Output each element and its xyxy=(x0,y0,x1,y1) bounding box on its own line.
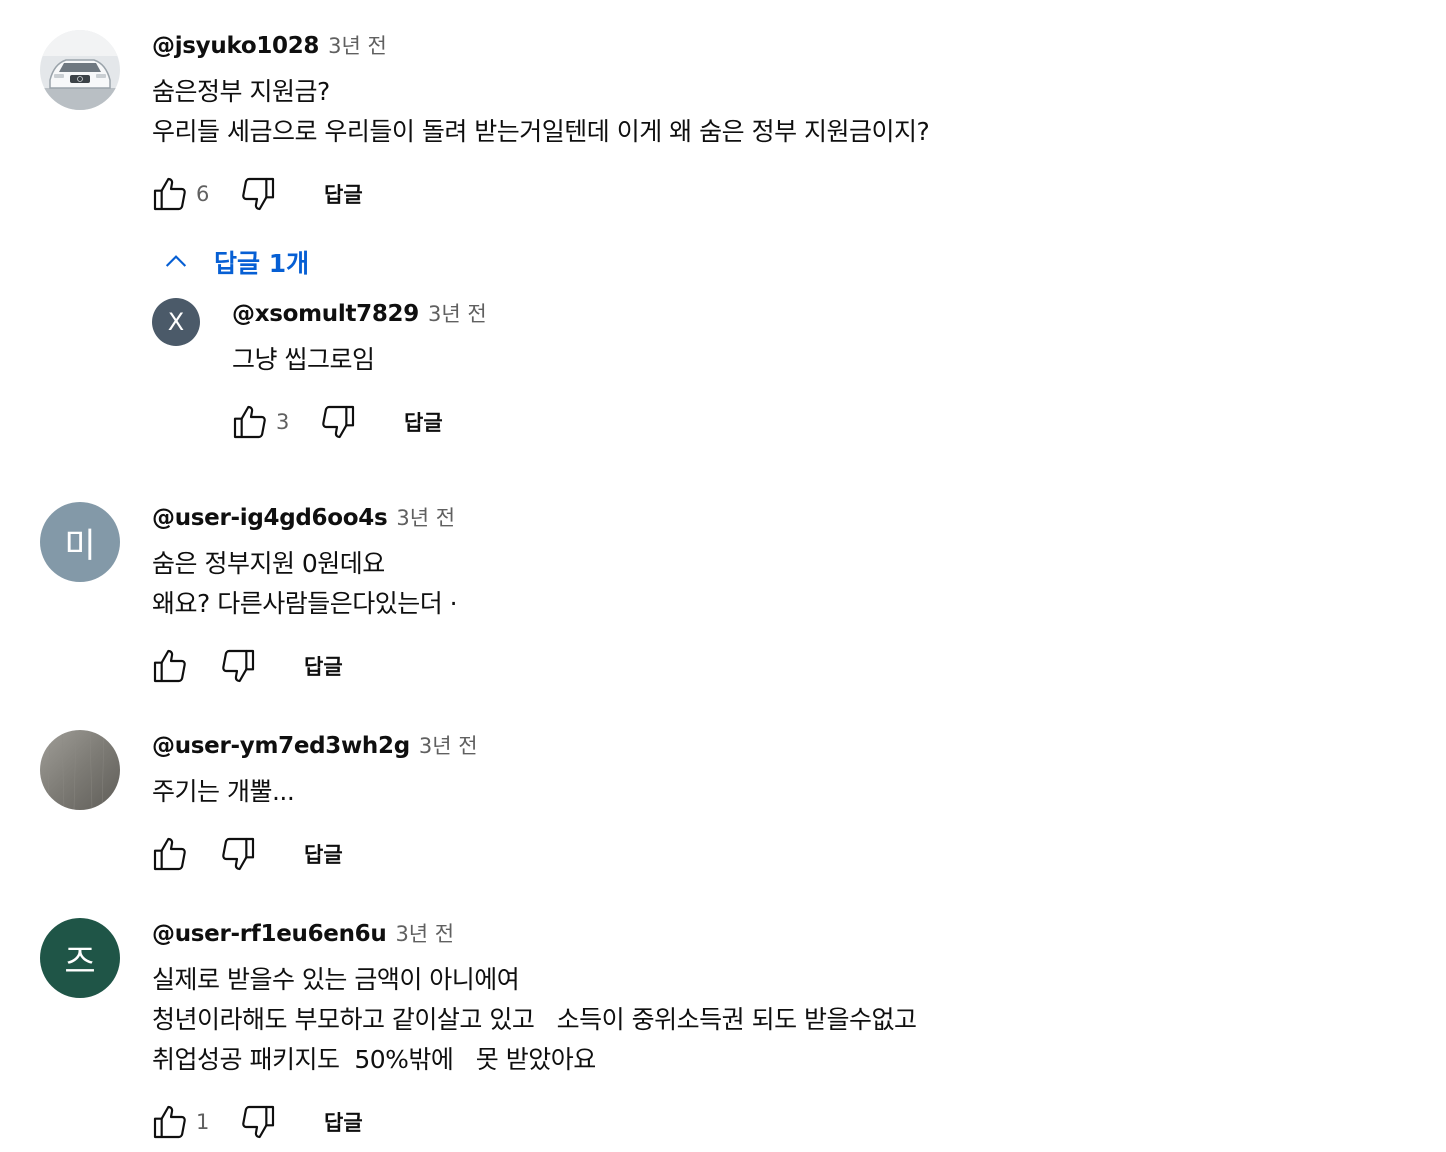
avatar[interactable]: X xyxy=(152,298,200,346)
thumbs-up-icon xyxy=(153,837,186,871)
avatar-letter: 미 xyxy=(64,525,96,566)
comment-time[interactable]: 3년 전 xyxy=(395,918,454,948)
comment-text-line: 그냥 씹그로임 xyxy=(232,345,375,374)
comment-text-line: 주기는 개뿔... xyxy=(152,777,295,806)
thumbs-up-icon xyxy=(153,177,186,211)
comment-time[interactable]: 3년 전 xyxy=(328,30,387,60)
comment-text-line: 우리들 세금으로 우리들이 돌려 받는거일텐데 이게 왜 숨은 정부 지원금이지… xyxy=(152,117,930,146)
author-name[interactable]: @user-ym7ed3wh2g xyxy=(152,733,410,759)
avatar[interactable]: 미 xyxy=(40,502,120,582)
comment-text-line: 왜요? 다른사람들은다있는더 · xyxy=(152,589,458,618)
comment-header: @user-rf1eu6en6u 3년 전 xyxy=(152,918,1420,952)
avatar[interactable] xyxy=(40,30,120,110)
author-name[interactable]: @jsyuko1028 xyxy=(152,33,319,59)
comment-header: @user-ym7ed3wh2g 3년 전 xyxy=(152,730,1420,764)
avatar[interactable] xyxy=(40,730,120,810)
author-name[interactable]: @xsomult7829 xyxy=(232,301,419,327)
replies-toggle[interactable]: 답글 1개 xyxy=(160,240,309,284)
comment-text-line: 청년이라해도 부모하고 같이살고 있고 소득이 중위소득권 되도 받을수없고 xyxy=(152,1005,917,1034)
comment-body: @user-ym7ed3wh2g 3년 전 주기는 개뿔... xyxy=(152,730,1420,812)
thumbs-down-icon xyxy=(322,405,355,439)
like-button[interactable] xyxy=(148,832,192,876)
like-count: 1 xyxy=(196,1110,210,1134)
avatar-letter: X xyxy=(167,308,185,336)
reply-button[interactable]: 답글 xyxy=(304,839,343,869)
comment-actions: 1 답글 xyxy=(148,1100,363,1144)
like-button[interactable] xyxy=(228,400,272,444)
car-photo-avatar-icon xyxy=(40,30,120,110)
comment-header: @jsyuko1028 3년 전 xyxy=(152,30,1420,64)
reply-button[interactable]: 답글 xyxy=(324,179,363,209)
author-name[interactable]: @user-rf1eu6en6u xyxy=(152,921,387,947)
comment-actions: 3 답글 xyxy=(228,400,443,444)
avatar-letter: 즈 xyxy=(64,941,96,982)
reply-button[interactable]: 답글 xyxy=(404,407,443,437)
thumbs-down-icon xyxy=(222,649,255,683)
comment-time[interactable]: 3년 전 xyxy=(419,730,478,760)
thumbs-up-icon xyxy=(153,649,186,683)
comment-time[interactable]: 3년 전 xyxy=(396,502,455,532)
comment-text-line: 취업성공 패키지도 50%밖에 못 받았아요 xyxy=(152,1045,596,1074)
comment-actions: 6 답글 xyxy=(148,172,363,216)
comment-text-line: 숨은정부 지원금? xyxy=(152,77,330,106)
comment-header: @xsomult7829 3년 전 xyxy=(232,298,1352,332)
comment-text: 그냥 씹그로임 xyxy=(232,340,1352,380)
like-count: 6 xyxy=(196,182,210,206)
comment-text-line: 실제로 받을수 있는 금액이 아니에여 xyxy=(152,965,520,994)
author-name[interactable]: @user-ig4gd6oo4s xyxy=(152,505,388,531)
thumbs-up-icon xyxy=(153,1105,186,1139)
like-button[interactable] xyxy=(148,644,192,688)
dislike-button[interactable] xyxy=(216,644,260,688)
comment-body: @jsyuko1028 3년 전 숨은정부 지원금? 우리들 세금으로 우리들이… xyxy=(152,30,1420,152)
comment-text: 숨은정부 지원금? 우리들 세금으로 우리들이 돌려 받는거일텐데 이게 왜 숨… xyxy=(152,72,1420,152)
like-button[interactable] xyxy=(148,1100,192,1144)
comment-time[interactable]: 3년 전 xyxy=(428,298,487,328)
reply-button[interactable]: 답글 xyxy=(304,651,343,681)
thumbs-down-icon xyxy=(242,1105,275,1139)
dislike-button[interactable] xyxy=(316,400,360,444)
gray-texture-avatar-icon xyxy=(40,730,120,810)
thumbs-up-icon xyxy=(233,405,266,439)
chevron-up-icon xyxy=(165,255,187,267)
comment-header: @user-ig4gd6oo4s 3년 전 xyxy=(152,502,1420,536)
comment-text: 숨은 정부지원 0원데요 왜요? 다른사람들은다있는더 · xyxy=(152,544,1420,624)
dislike-button[interactable] xyxy=(236,1100,280,1144)
comment-body: @xsomult7829 3년 전 그냥 씹그로임 xyxy=(232,298,1352,380)
dislike-button[interactable] xyxy=(236,172,280,216)
comment-text: 주기는 개뿔... xyxy=(152,772,1420,812)
comment-body: @user-rf1eu6en6u 3년 전 실제로 받을수 있는 금액이 아니에… xyxy=(152,918,1420,1080)
comment-actions: 답글 xyxy=(148,832,343,876)
avatar[interactable]: 즈 xyxy=(40,918,120,998)
like-count: 3 xyxy=(276,410,290,434)
comment-text: 실제로 받을수 있는 금액이 아니에여 청년이라해도 부모하고 같이살고 있고 … xyxy=(152,960,1420,1080)
comment-body: @user-ig4gd6oo4s 3년 전 숨은 정부지원 0원데요 왜요? 다… xyxy=(152,502,1420,624)
thumbs-down-icon xyxy=(242,177,275,211)
dislike-button[interactable] xyxy=(216,832,260,876)
comment-text-line: 숨은 정부지원 0원데요 xyxy=(152,549,385,578)
comment-actions: 답글 xyxy=(148,644,343,688)
like-button[interactable] xyxy=(148,172,192,216)
reply-button[interactable]: 답글 xyxy=(324,1107,363,1137)
replies-toggle-label: 답글 1개 xyxy=(214,249,310,278)
thumbs-down-icon xyxy=(222,837,255,871)
